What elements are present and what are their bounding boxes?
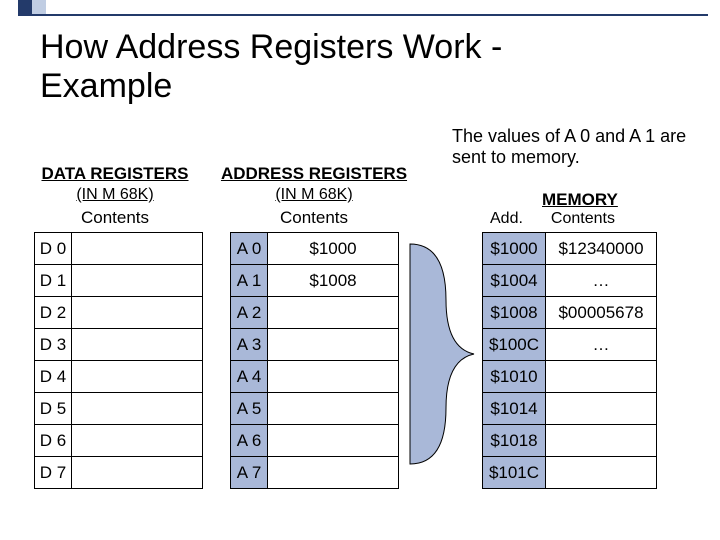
reg-value: $1000 [268,233,399,265]
table-row: A 2 [231,297,399,329]
memory-header: MEMORY [542,190,618,210]
mem-addr: $1018 [483,425,546,457]
reg-label: D 4 [35,361,72,393]
reg-label: D 3 [35,329,72,361]
table-row: D 2 [35,297,203,329]
title-line2: Example [40,67,172,105]
annotation-text: The values of A 0 and A 1 are sent to me… [452,126,702,167]
mem-value [546,361,657,393]
table-row: A 5 [231,393,399,425]
reg-label: D 5 [35,393,72,425]
table-row: D 1 [35,265,203,297]
reg-value [72,393,203,425]
table-row: A 4 [231,361,399,393]
mem-addr: $1014 [483,393,546,425]
reg-label: D 0 [35,233,72,265]
mem-addr: $101C [483,457,546,489]
reg-value [72,265,203,297]
mem-value: $12340000 [546,233,657,265]
data-reg-contents-label: Contents [30,208,200,228]
mem-addr: $1000 [483,233,546,265]
data-registers-table: D 0 D 1 D 2 D 3 D 4 D 5 D 6 D 7 [34,232,203,489]
reg-label: D 1 [35,265,72,297]
top-rule [18,14,708,16]
memory-add-label: Add. [490,210,523,228]
table-row: $1014 [483,393,657,425]
reg-value [268,425,399,457]
reg-value [268,329,399,361]
reg-label: D 6 [35,425,72,457]
reg-label: D 7 [35,457,72,489]
table-row: A 1$1008 [231,265,399,297]
mem-addr: $1004 [483,265,546,297]
mem-addr: $1010 [483,361,546,393]
reg-label: A 5 [231,393,268,425]
brace-arrow-icon [408,240,478,470]
table-row: $1018 [483,425,657,457]
table-row: D 0 [35,233,203,265]
reg-value [72,297,203,329]
mem-value [546,393,657,425]
table-row: D 6 [35,425,203,457]
reg-value [72,457,203,489]
table-row: A 7 [231,457,399,489]
mem-value: … [546,329,657,361]
reg-value [268,393,399,425]
mem-addr: $1008 [483,297,546,329]
table-row: $101C [483,457,657,489]
reg-label: A 6 [231,425,268,457]
memory-table: $1000$12340000 $1004… $1008$00005678 $10… [482,232,657,489]
table-row: D 7 [35,457,203,489]
table-row: $1010 [483,361,657,393]
annot-l1: The values of A 0 and A 1 are [452,126,686,146]
address-registers-table: A 0$1000 A 1$1008 A 2 A 3 A 4 A 5 A 6 A … [230,232,399,489]
corner-accent-light [32,0,46,14]
corner-accent-dark [18,0,32,14]
table-row: D 5 [35,393,203,425]
table-row: $1008$00005678 [483,297,657,329]
mem-value [546,457,657,489]
table-row: D 3 [35,329,203,361]
data-reg-header: DATA REGISTERS [30,164,200,184]
data-reg-sub: (IN M 68K) [30,184,200,204]
mem-addr: $100C [483,329,546,361]
reg-value [72,329,203,361]
memory-contents-label: Contents [551,210,615,228]
reg-value [268,457,399,489]
addr-reg-contents-label: Contents [214,208,414,228]
table-row: D 4 [35,361,203,393]
reg-value: $1008 [268,265,399,297]
table-row: $100C… [483,329,657,361]
addr-reg-header: ADDRESS REGISTERS [214,164,414,184]
slide-title: How Address Registers Work - Example [40,28,502,106]
reg-label: A 4 [231,361,268,393]
table-row: A 0$1000 [231,233,399,265]
mem-value [546,425,657,457]
mem-value: … [546,265,657,297]
title-line1: How Address Registers Work - [40,28,502,66]
memory-col-labels: Add. Contents [490,210,615,228]
reg-label: A 1 [231,265,268,297]
reg-label: A 0 [231,233,268,265]
reg-label: D 2 [35,297,72,329]
reg-value [72,233,203,265]
reg-label: A 2 [231,297,268,329]
table-row: A 6 [231,425,399,457]
table-row: $1004… [483,265,657,297]
reg-value [72,361,203,393]
addr-reg-sub: (IN M 68K) [214,184,414,204]
mem-value: $00005678 [546,297,657,329]
reg-value [268,361,399,393]
table-row: A 3 [231,329,399,361]
reg-label: A 3 [231,329,268,361]
reg-label: A 7 [231,457,268,489]
reg-value [268,297,399,329]
reg-value [72,425,203,457]
annot-l2: sent to memory. [452,147,580,167]
table-row: $1000$12340000 [483,233,657,265]
